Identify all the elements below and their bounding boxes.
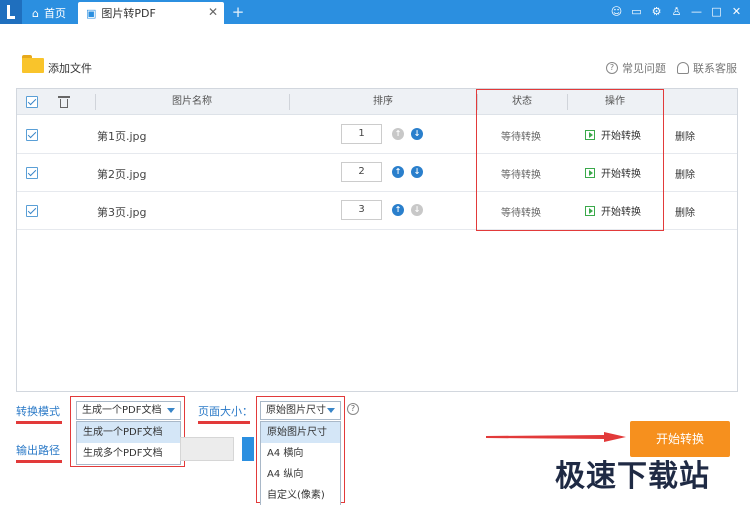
- size-label: 页面大小：: [198, 405, 253, 418]
- user-icon[interactable]: ☺: [609, 3, 624, 20]
- annotation-underline-size: [198, 421, 250, 424]
- size-option[interactable]: A4 纵向: [261, 464, 340, 485]
- tab-home-label: 首页: [43, 7, 66, 20]
- order-input[interactable]: 2: [341, 162, 382, 182]
- move-down-icon[interactable]: ↓: [411, 166, 423, 178]
- annotation-underline-output: [16, 460, 62, 463]
- delete-link[interactable]: 删除: [675, 128, 695, 143]
- settings-icon[interactable]: ⚙: [649, 3, 664, 20]
- mode-select-value: 生成一个PDF文档: [82, 405, 162, 416]
- annotation-box-status-action: [476, 89, 664, 231]
- maximize-icon[interactable]: □: [709, 3, 724, 20]
- annotation-underline-mode: [16, 421, 62, 424]
- faq-link[interactable]: ? 常见问题: [606, 60, 666, 76]
- file-name: 第2页.jpg: [97, 168, 147, 181]
- trash-icon[interactable]: [58, 95, 70, 108]
- mode-select[interactable]: 生成一个PDF文档: [76, 401, 181, 420]
- size-dropdown: 原始图片尺寸 A4 横向 A4 纵向 自定义(像素): [260, 421, 341, 505]
- mode-label: 转换模式: [16, 405, 60, 418]
- skin-icon[interactable]: ♙: [669, 3, 684, 20]
- file-name: 第1页.jpg: [97, 130, 147, 143]
- annotation-arrow: [486, 432, 626, 442]
- add-file-label: 添加文件: [48, 62, 92, 75]
- order-input[interactable]: 1: [341, 124, 382, 144]
- tab-active-label: 图片转PDF: [101, 7, 156, 20]
- pdf-icon: ▣: [86, 6, 97, 20]
- output-path-input[interactable]: [180, 437, 234, 461]
- move-down-icon[interactable]: ↓: [411, 204, 423, 216]
- move-up-icon[interactable]: ↑: [392, 128, 404, 140]
- mode-option[interactable]: 生成多个PDF文档: [77, 443, 180, 464]
- support-link[interactable]: 联系客服: [677, 60, 737, 76]
- faq-label: 常见问题: [622, 62, 666, 75]
- header-order: 排序: [373, 96, 393, 107]
- size-option[interactable]: 原始图片尺寸: [261, 422, 340, 443]
- header-name: 图片名称: [172, 96, 212, 107]
- watermark-text: 极速下载站: [555, 459, 710, 494]
- size-select-value: 原始图片尺寸: [266, 405, 326, 416]
- size-option[interactable]: A4 横向: [261, 443, 340, 464]
- minimize-icon[interactable]: —: [689, 3, 704, 20]
- add-tab-icon[interactable]: +: [228, 2, 248, 22]
- output-label: 输出路径: [16, 444, 60, 457]
- support-label: 联系客服: [693, 62, 737, 75]
- browse-button[interactable]: [242, 437, 254, 461]
- file-name: 第3页.jpg: [97, 206, 147, 219]
- close-icon[interactable]: ✕: [729, 3, 744, 20]
- mode-dropdown: 生成一个PDF文档 生成多个PDF文档: [76, 421, 181, 465]
- size-select[interactable]: 原始图片尺寸: [260, 401, 341, 420]
- add-file-button[interactable]: 添加文件: [22, 52, 92, 76]
- title-bar: ⌂ 首页 ▣ 图片转PDF ✕ + ☺ ▭ ⚙ ♙ — □ ✕: [0, 0, 750, 24]
- move-up-icon[interactable]: ↑: [392, 166, 404, 178]
- delete-link[interactable]: 删除: [675, 166, 695, 181]
- file-table: 图片名称 排序 状态 操作 第1页.jpg 1 ↑ ↓ 等待转换 开始转换 删除…: [16, 88, 738, 392]
- chevron-down-icon: [167, 408, 175, 413]
- home-icon: ⌂: [32, 6, 39, 20]
- tab-image-to-pdf[interactable]: ▣ 图片转PDF ✕: [78, 2, 224, 24]
- row-checkbox[interactable]: [26, 205, 38, 217]
- tab-home[interactable]: ⌂ 首页: [24, 2, 76, 24]
- size-option[interactable]: 自定义(像素): [261, 485, 340, 505]
- tab-close-icon[interactable]: ✕: [208, 5, 218, 19]
- bell-icon: [677, 62, 689, 74]
- question-icon: ?: [606, 62, 618, 74]
- help-icon[interactable]: ?: [347, 403, 359, 415]
- folder-icon: [22, 55, 44, 73]
- move-up-icon[interactable]: ↑: [392, 204, 404, 216]
- app-logo: [0, 0, 22, 24]
- move-down-icon[interactable]: ↓: [411, 128, 423, 140]
- chevron-down-icon: [327, 408, 335, 413]
- chat-icon[interactable]: ▭: [629, 3, 644, 20]
- row-checkbox[interactable]: [26, 167, 38, 179]
- order-input[interactable]: 3: [341, 200, 382, 220]
- select-all-checkbox[interactable]: [26, 96, 38, 108]
- delete-link[interactable]: 删除: [675, 204, 695, 219]
- mode-option[interactable]: 生成一个PDF文档: [77, 422, 180, 443]
- row-checkbox[interactable]: [26, 129, 38, 141]
